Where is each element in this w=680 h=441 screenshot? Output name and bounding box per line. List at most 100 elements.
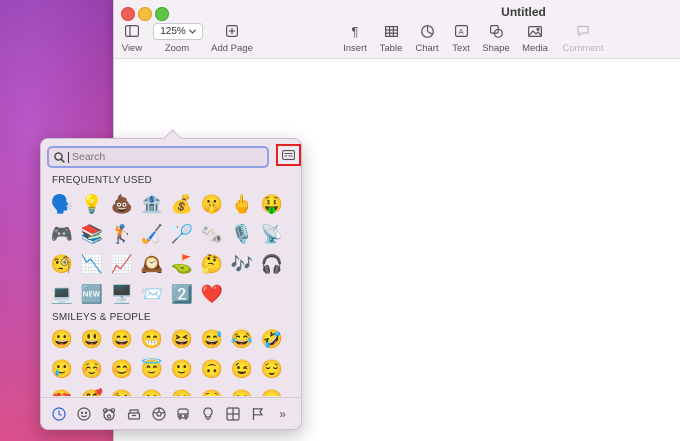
emoji-glyph: 🤑: [260, 194, 284, 214]
category-smileys[interactable]: [74, 404, 94, 424]
emoji-cell[interactable]: 🤣: [257, 324, 287, 354]
emoji-cell[interactable]: 2️⃣: [167, 279, 197, 309]
zoom-label-wrap: Zoom: [162, 22, 192, 54]
emoji-cell[interactable]: 😉: [227, 354, 257, 384]
text-button[interactable]: A Text: [448, 22, 474, 54]
emoji-cell[interactable]: 🎮: [47, 219, 77, 249]
emoji-cell[interactable]: 📈: [107, 249, 137, 279]
emoji-cell[interactable]: 😙: [167, 384, 197, 396]
emoji-cell[interactable]: 💰: [167, 189, 197, 219]
table-button[interactable]: Table: [377, 22, 405, 54]
comment-icon: [577, 25, 589, 37]
minimize-button[interactable]: [138, 7, 152, 21]
view-button[interactable]: View: [118, 22, 146, 54]
category-recent[interactable]: [49, 404, 69, 424]
emoji-search-input[interactable]: [72, 151, 252, 163]
emoji-glyph: 💰: [170, 194, 194, 214]
emoji-cell[interactable]: 😌: [257, 354, 287, 384]
emoji-glyph: 😉: [230, 359, 254, 379]
emoji-glyph: 😋: [231, 390, 253, 396]
emoji-cell[interactable]: 😅: [197, 324, 227, 354]
emoji-cell[interactable]: 😂: [227, 324, 257, 354]
emoji-cell[interactable]: 🥰: [77, 384, 107, 396]
emoji-cell[interactable]: 🏸: [167, 219, 197, 249]
emoji-cell[interactable]: 💩: [107, 189, 137, 219]
character-viewer-icon: [282, 150, 295, 160]
emoji-glyph: 📉: [80, 254, 104, 274]
emoji-cell[interactable]: 🧐: [47, 249, 77, 279]
comment-button[interactable]: Comment: [561, 22, 605, 54]
category-travel[interactable]: [173, 404, 193, 424]
text-box-icon: A: [454, 25, 468, 37]
emoji-cell[interactable]: 😋: [227, 384, 257, 396]
character-viewer-button[interactable]: [276, 144, 301, 166]
emoji-glyph: 🥲: [50, 359, 74, 379]
emoji-cell[interactable]: 📉: [77, 249, 107, 279]
category-food[interactable]: [124, 404, 144, 424]
emoji-cell[interactable]: ❤️: [197, 279, 227, 309]
add-page-button[interactable]: Add Page: [208, 22, 256, 54]
emoji-cell[interactable]: 😀: [47, 324, 77, 354]
emoji-cell[interactable]: 💻: [47, 279, 77, 309]
emoji-cell[interactable]: 📡: [257, 219, 287, 249]
insert-button[interactable]: ¶ Insert: [340, 22, 370, 55]
emoji-cell[interactable]: ⛳: [167, 249, 197, 279]
emoji-cell[interactable]: 😘: [107, 384, 137, 396]
emoji-cell[interactable]: 😛: [257, 384, 287, 396]
emoji-cell[interactable]: 🙃: [197, 354, 227, 384]
chart-label: Chart: [415, 43, 439, 54]
emoji-cell[interactable]: 📨: [137, 279, 167, 309]
table-label: Table: [379, 43, 403, 54]
emoji-cell[interactable]: 😆: [167, 324, 197, 354]
emoji-cell[interactable]: 🕰️: [137, 249, 167, 279]
add-page-label: Add Page: [211, 43, 253, 54]
chart-button[interactable]: Chart: [413, 22, 441, 54]
table-icon: [384, 25, 398, 37]
emoji-cell[interactable]: 😁: [137, 324, 167, 354]
emoji-cell[interactable]: 🖕: [227, 189, 257, 219]
emoji-cell[interactable]: 📚: [77, 219, 107, 249]
emoji-glyph: 🏦: [140, 194, 164, 214]
category-flags[interactable]: [248, 404, 268, 424]
emoji-cell[interactable]: 😊: [107, 354, 137, 384]
emoji-cell[interactable]: 🎙️: [227, 219, 257, 249]
emoji-glyph: 😆: [170, 329, 194, 349]
emoji-glyph: 🏸: [170, 224, 194, 244]
emoji-cell[interactable]: 😃: [77, 324, 107, 354]
emoji-cell[interactable]: 😍: [47, 384, 77, 396]
emoji-cell[interactable]: 🗞️: [197, 219, 227, 249]
chart-icon: [420, 24, 434, 38]
emoji-cell[interactable]: 🏦: [137, 189, 167, 219]
emoji-cell[interactable]: 🎧: [257, 249, 287, 279]
category-symbols[interactable]: [223, 404, 243, 424]
close-button[interactable]: [121, 7, 135, 21]
emoji-cell[interactable]: 🏑: [137, 219, 167, 249]
emoji-cell[interactable]: 🗣️: [47, 189, 77, 219]
emoji-cell[interactable]: 🤑: [257, 189, 287, 219]
shape-button[interactable]: Shape: [481, 22, 511, 54]
emoji-cell[interactable]: 🥲: [47, 354, 77, 384]
emoji-cell[interactable]: 💡: [77, 189, 107, 219]
emoji-cell[interactable]: 🎶: [227, 249, 257, 279]
emoji-cell[interactable]: 😇: [137, 354, 167, 384]
emoji-cell[interactable]: 🙂: [167, 354, 197, 384]
emoji-glyph: 😌: [260, 359, 284, 379]
emoji-cell[interactable]: 🤔: [197, 249, 227, 279]
category-objects[interactable]: [198, 404, 218, 424]
emoji-cell[interactable]: ☺️: [77, 354, 107, 384]
emoji-glyph: 🤫: [200, 194, 224, 214]
emoji-cell[interactable]: 😗: [137, 384, 167, 396]
emoji-search-field[interactable]: [47, 146, 269, 168]
more-categories-button[interactable]: »: [273, 404, 293, 424]
category-activity[interactable]: [149, 404, 169, 424]
emoji-cell[interactable]: 😚: [197, 384, 227, 396]
emoji-cell[interactable]: 🆕: [77, 279, 107, 309]
category-animals[interactable]: [99, 404, 119, 424]
view-label: View: [121, 43, 143, 54]
fullscreen-button[interactable]: [155, 7, 169, 21]
emoji-cell[interactable]: 🤫: [197, 189, 227, 219]
emoji-cell[interactable]: 🏌️: [107, 219, 137, 249]
emoji-cell[interactable]: 😄: [107, 324, 137, 354]
emoji-cell[interactable]: 🖥️: [107, 279, 137, 309]
media-button[interactable]: Media: [520, 22, 550, 54]
